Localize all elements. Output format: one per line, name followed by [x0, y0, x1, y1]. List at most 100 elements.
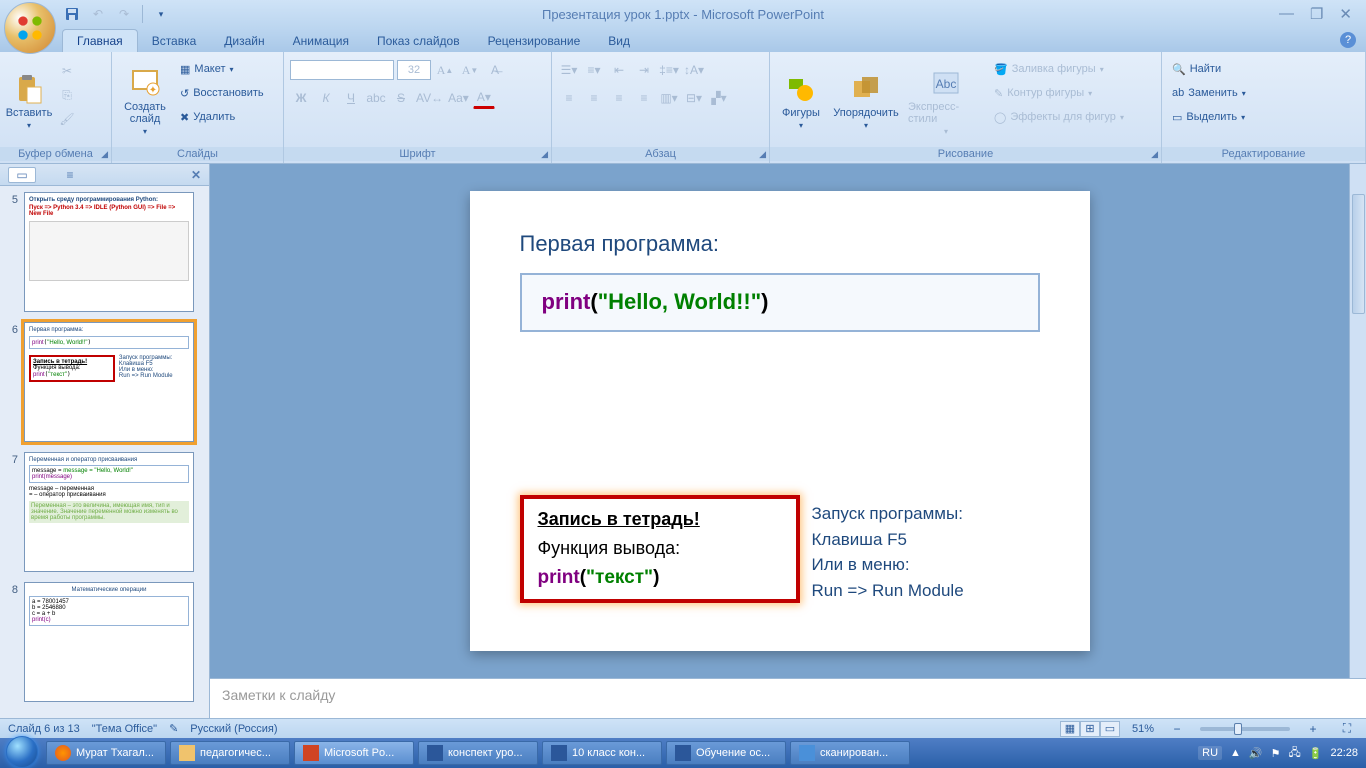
- pane-close-icon[interactable]: ✕: [191, 168, 201, 182]
- align-text-icon[interactable]: ⊟▾: [683, 87, 705, 109]
- taskbar-item[interactable]: конспект уро...: [418, 741, 538, 765]
- bullets-icon[interactable]: ☰▾: [558, 59, 580, 81]
- save-icon[interactable]: [62, 4, 82, 24]
- shadow-icon[interactable]: abc: [365, 87, 387, 109]
- taskbar-item[interactable]: Microsoft Po...: [294, 741, 414, 765]
- font-size-input[interactable]: [397, 60, 431, 80]
- align-left-icon[interactable]: ≡: [558, 87, 580, 109]
- redo-icon[interactable]: ↷: [114, 4, 134, 24]
- numbering-icon[interactable]: ≡▾: [583, 59, 605, 81]
- slide-canvas[interactable]: Первая программа: print("Hello, World!!"…: [210, 164, 1349, 678]
- layout-button[interactable]: ▦Макет ▾: [176, 58, 268, 80]
- taskbar-item[interactable]: педагогичес...: [170, 741, 290, 765]
- smartart-icon[interactable]: ▞▾: [708, 87, 730, 109]
- language-indicator[interactable]: Русский (Россия): [190, 723, 277, 735]
- spellcheck-icon[interactable]: ✎: [169, 722, 178, 735]
- zoom-percent[interactable]: 51%: [1132, 723, 1154, 735]
- shape-fill-button[interactable]: 🪣Заливка фигуры ▾: [990, 58, 1128, 80]
- change-case-icon[interactable]: Aa▾: [447, 87, 470, 109]
- shrink-font-icon[interactable]: A▼: [459, 59, 481, 81]
- slides-tab-icon[interactable]: ▭: [8, 167, 36, 183]
- taskbar-item[interactable]: сканирован...: [790, 741, 910, 765]
- format-painter-icon[interactable]: 🖌: [56, 108, 78, 130]
- battery-icon[interactable]: 🔋: [1309, 747, 1323, 760]
- font-color-icon[interactable]: A▾: [473, 87, 495, 109]
- underline-icon[interactable]: Ч: [340, 87, 362, 109]
- shape-effects-button[interactable]: ◯Эффекты для фигур ▾: [990, 106, 1128, 128]
- replace-button[interactable]: abЗаменить ▾: [1168, 82, 1359, 104]
- italic-icon[interactable]: К: [315, 87, 337, 109]
- network-icon[interactable]: 🖧: [1289, 744, 1301, 763]
- font-name-input[interactable]: [290, 60, 394, 80]
- tab-home[interactable]: Главная: [62, 29, 138, 52]
- language-icon[interactable]: RU: [1198, 746, 1222, 760]
- columns-icon[interactable]: ▥▾: [658, 87, 680, 109]
- current-slide[interactable]: Первая программа: print("Hello, World!!"…: [470, 191, 1090, 651]
- thumbnail-8[interactable]: 8 Математические операции a = 78001457 b…: [4, 582, 205, 702]
- vertical-scrollbar[interactable]: [1349, 164, 1366, 678]
- shapes-button[interactable]: Фигуры▾: [776, 56, 826, 147]
- tab-insert[interactable]: Вставка: [138, 30, 211, 52]
- sorter-view-icon[interactable]: ⊞: [1080, 721, 1100, 737]
- line-spacing-icon[interactable]: ‡≡▾: [658, 59, 680, 81]
- bold-icon[interactable]: Ж: [290, 87, 312, 109]
- tab-review[interactable]: Рецензирование: [474, 30, 595, 52]
- clear-format-icon[interactable]: A̶: [484, 59, 506, 81]
- align-center-icon[interactable]: ≡: [583, 87, 605, 109]
- volume-icon[interactable]: 🔊: [1249, 747, 1263, 760]
- paste-button[interactable]: Вставить▾: [6, 56, 52, 147]
- taskbar-item[interactable]: 10 класс кон...: [542, 741, 662, 765]
- notes-pane[interactable]: Заметки к слайду: [210, 678, 1366, 718]
- align-right-icon[interactable]: ≡: [608, 87, 630, 109]
- cut-icon[interactable]: ✂: [56, 60, 78, 82]
- zoom-slider[interactable]: [1200, 727, 1290, 731]
- copy-icon[interactable]: ⎘: [56, 84, 78, 106]
- tab-view[interactable]: Вид: [594, 30, 644, 52]
- thumbnail-6[interactable]: 6 Первая программа: print("Hello, World!…: [4, 322, 205, 442]
- taskbar-item[interactable]: Обучение ос...: [666, 741, 786, 765]
- thumbnail-5[interactable]: 5 Открыть среду программирования Python:…: [4, 192, 205, 312]
- action-center-icon[interactable]: ⚑: [1271, 747, 1281, 760]
- restore-button[interactable]: ❐: [1310, 5, 1323, 23]
- thumbnail-7[interactable]: 7 Переменная и оператор присваивания mes…: [4, 452, 205, 572]
- reset-button[interactable]: ↺Восстановить: [176, 82, 268, 104]
- indent-inc-icon[interactable]: ⇥: [633, 59, 655, 81]
- justify-icon[interactable]: ≡: [633, 87, 655, 109]
- tab-animations[interactable]: Анимация: [279, 30, 363, 52]
- start-button[interactable]: [0, 738, 44, 768]
- qat-customize-icon[interactable]: ▾: [151, 4, 171, 24]
- char-spacing-icon[interactable]: AV↔: [415, 87, 444, 109]
- clipboard-launcher-icon[interactable]: ◢: [101, 149, 108, 160]
- font-launcher-icon[interactable]: ◢: [541, 149, 548, 160]
- minimize-button[interactable]: —: [1279, 5, 1294, 23]
- zoom-out-icon[interactable]: −: [1166, 718, 1188, 740]
- taskbar-item[interactable]: Мурат Тхагал...: [46, 741, 166, 765]
- office-button[interactable]: [4, 2, 56, 54]
- indent-dec-icon[interactable]: ⇤: [608, 59, 630, 81]
- undo-icon[interactable]: ↶: [88, 4, 108, 24]
- paragraph-launcher-icon[interactable]: ◢: [759, 149, 766, 160]
- scrollbar-thumb[interactable]: [1352, 194, 1365, 314]
- fit-to-window-icon[interactable]: ⛶: [1336, 718, 1358, 740]
- close-button[interactable]: ✕: [1339, 5, 1352, 23]
- tab-design[interactable]: Дизайн: [210, 30, 278, 52]
- strike-icon[interactable]: S: [390, 87, 412, 109]
- help-icon[interactable]: ?: [1340, 32, 1356, 48]
- normal-view-icon[interactable]: ▦: [1060, 721, 1080, 737]
- zoom-in-icon[interactable]: +: [1302, 718, 1324, 740]
- drawing-launcher-icon[interactable]: ◢: [1151, 149, 1158, 160]
- outline-tab-icon[interactable]: ≡: [56, 167, 84, 183]
- text-direction-icon[interactable]: ↕A▾: [683, 59, 705, 81]
- quick-styles-button[interactable]: Abc Экспресс-стили▾: [906, 56, 986, 147]
- tray-up-icon[interactable]: ▲: [1230, 747, 1241, 759]
- tab-slideshow[interactable]: Показ слайдов: [363, 30, 474, 52]
- shape-outline-button[interactable]: ✎Контур фигуры ▾: [990, 82, 1128, 104]
- slideshow-view-icon[interactable]: ▭: [1100, 721, 1120, 737]
- grow-font-icon[interactable]: A▲: [434, 59, 456, 81]
- arrange-button[interactable]: Упорядочить▾: [830, 56, 902, 147]
- select-button[interactable]: ▭Выделить ▾: [1168, 106, 1359, 128]
- new-slide-button[interactable]: ✦ Создать слайд▾: [118, 56, 172, 147]
- clock[interactable]: 22:28: [1330, 747, 1358, 759]
- find-button[interactable]: 🔍Найти: [1168, 58, 1359, 80]
- delete-button[interactable]: ✖Удалить: [176, 106, 268, 128]
